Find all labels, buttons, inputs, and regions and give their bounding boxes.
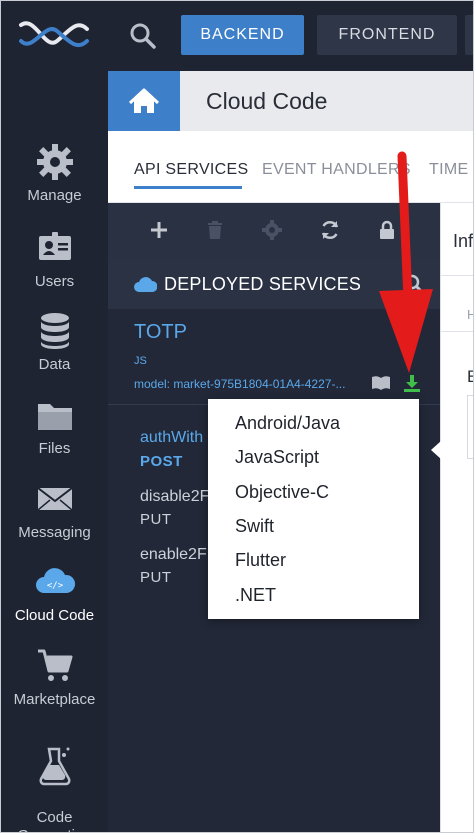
tab-api-services[interactable]: API SERVICES	[134, 161, 248, 179]
settings-icon[interactable]	[261, 219, 283, 241]
service-model: model: market-975B1804-01A4-4227-...	[134, 377, 346, 391]
sidebar-item-messaging[interactable]: Messaging	[1, 478, 108, 541]
method-name[interactable]: disable2F	[140, 488, 209, 506]
menu-item-android-java[interactable]: Android/Java	[235, 413, 340, 434]
divider	[441, 275, 473, 276]
cloud-code-icon: </>	[35, 568, 75, 593]
backendless-logo	[19, 21, 89, 48]
app-window: Manage Users Data Files Messaging </> Cl…	[0, 0, 474, 833]
menu-item-swift[interactable]: Swift	[235, 516, 274, 537]
sidebar-item-label: Manage	[27, 187, 82, 204]
sidebar: Manage Users Data Files Messaging </> Cl…	[1, 1, 108, 832]
sidebar-item-marketplace[interactable]: Marketplace	[1, 645, 108, 708]
sidebar-item-label: Users	[34, 273, 75, 290]
service-name: TOTP	[134, 321, 187, 343]
svg-text:</>: </>	[46, 581, 63, 591]
tab-frontend[interactable]: FRONTEND	[317, 15, 457, 55]
menu-item-flutter[interactable]: Flutter	[235, 550, 286, 571]
method-verb: PUT	[140, 569, 172, 586]
sidebar-item-code-generation[interactable]: Code Generation	[1, 727, 108, 832]
service-language: JS	[134, 355, 147, 367]
add-icon[interactable]	[148, 219, 170, 241]
details-heading: Inf	[453, 231, 474, 251]
refresh-icon[interactable]	[319, 219, 341, 241]
database-icon	[40, 313, 69, 349]
gear-icon	[36, 144, 73, 180]
method-name[interactable]: enable2F	[140, 546, 207, 564]
users-icon	[38, 232, 71, 260]
menu-item-objective-c[interactable]: Objective-C	[235, 482, 329, 503]
sidebar-item-cloud-code[interactable]: </> Cloud Code	[1, 561, 108, 624]
sidebar-item-label: Messaging	[18, 524, 91, 541]
menu-item-dotnet[interactable]: .NET	[235, 585, 276, 606]
annotation-arrow	[379, 151, 433, 373]
sidebar-item-label: Marketplace	[13, 691, 96, 708]
cloud-icon	[134, 277, 157, 292]
sidebar-item-users[interactable]: Users	[1, 227, 108, 290]
top-bar: BACKEND FRONTEND	[108, 1, 473, 71]
details-section: E	[467, 367, 473, 387]
section-title: DEPLOYED SERVICES	[164, 274, 362, 294]
page-header: Cloud Code	[108, 71, 473, 131]
cart-icon	[37, 649, 72, 681]
divider	[441, 331, 473, 332]
details-panel: Inf H E	[440, 203, 474, 832]
details-label: H	[467, 307, 473, 322]
folder-icon	[37, 404, 72, 430]
sidebar-item-label: Code Generation	[17, 809, 91, 832]
home-button[interactable]	[108, 71, 180, 131]
sidebar-item-label: Data	[38, 356, 71, 373]
method-name[interactable]: authWith	[140, 429, 203, 447]
sidebar-item-manage[interactable]: Manage	[1, 141, 108, 204]
home-icon	[128, 88, 160, 113]
tab-backend[interactable]: BACKEND	[181, 15, 304, 55]
trash-icon[interactable]	[204, 219, 226, 241]
sidebar-item-data[interactable]: Data	[1, 310, 108, 373]
search-icon[interactable]	[128, 21, 158, 51]
flask-icon	[39, 747, 70, 786]
active-tab-underline	[134, 186, 242, 189]
sidebar-item-files[interactable]: Files	[1, 394, 108, 457]
method-verb: POST	[140, 453, 183, 470]
tab-overflow[interactable]	[465, 15, 473, 55]
popover-caret	[431, 441, 441, 459]
details-box	[467, 395, 473, 459]
sidebar-item-label: Files	[38, 440, 71, 457]
menu-item-javascript[interactable]: JavaScript	[235, 447, 319, 468]
envelope-icon	[36, 487, 73, 511]
page-title: Cloud Code	[206, 88, 328, 114]
sidebar-item-label: Cloud Code	[14, 607, 95, 624]
download-sdk-menu: Android/Java JavaScript Objective-C Swif…	[208, 399, 419, 619]
method-verb: PUT	[140, 511, 172, 528]
